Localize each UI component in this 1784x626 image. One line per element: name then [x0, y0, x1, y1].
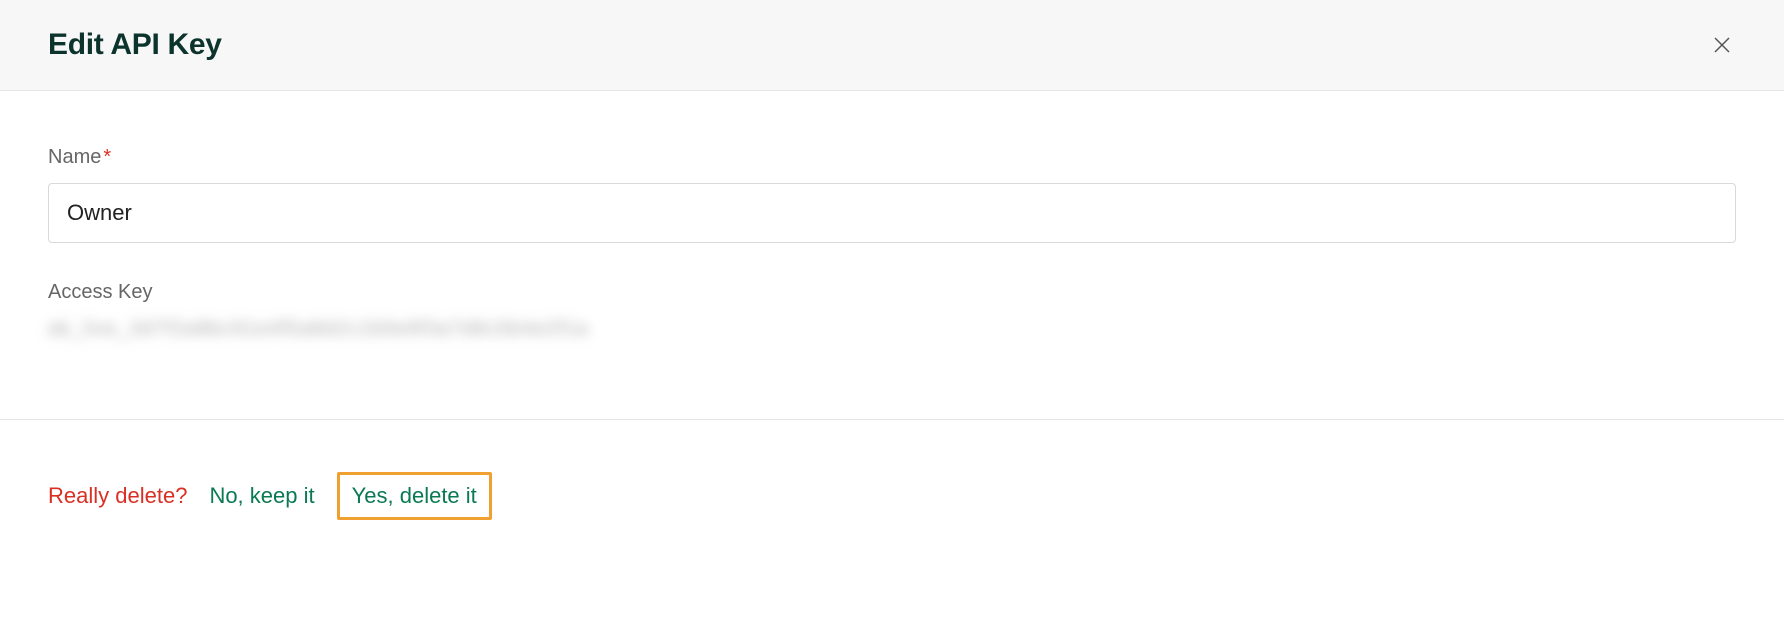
dialog-title: Edit API Key [48, 28, 222, 62]
required-indicator: * [103, 146, 111, 168]
name-label-text: Name [48, 146, 101, 168]
access-key-value: ak_live_3d7f2a8bc91e4f5a8d2c1b0e9f3a7d6c… [48, 318, 1736, 341]
close-icon [1710, 33, 1734, 57]
keep-button[interactable]: No, keep it [205, 475, 318, 517]
name-label: Name* [48, 146, 1736, 169]
delete-confirm-question: Really delete? [48, 483, 187, 509]
access-key-label: Access Key [48, 281, 1736, 304]
dialog-content: Name* Access Key ak_live_3d7f2a8bc91e4f5… [0, 91, 1784, 419]
name-input[interactable] [48, 183, 1736, 243]
name-field-group: Name* [48, 146, 1736, 243]
access-key-field-group: Access Key ak_live_3d7f2a8bc91e4f5a8d2c1… [48, 281, 1736, 341]
close-button[interactable] [1708, 31, 1736, 59]
delete-confirm-button[interactable]: Yes, delete it [337, 472, 492, 520]
dialog-header: Edit API Key [0, 0, 1784, 91]
dialog-footer: Really delete? No, keep it Yes, delete i… [0, 419, 1784, 560]
